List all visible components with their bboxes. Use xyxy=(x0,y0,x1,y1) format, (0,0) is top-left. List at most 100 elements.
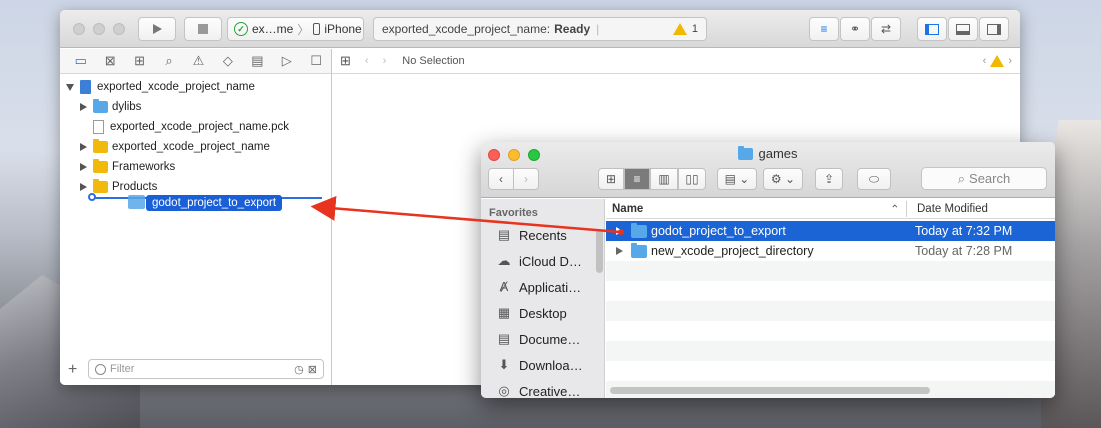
share-icon: ⇪ xyxy=(823,172,835,186)
assistant-editor-button[interactable]: ⚭ xyxy=(840,17,870,41)
sidebar-item-label: Docume… xyxy=(519,331,581,347)
tags-button[interactable]: ⬭ xyxy=(857,168,891,190)
tree-item[interactable]: exported_xcode_project_name.pck xyxy=(93,117,289,137)
toggle-navigator-button[interactable] xyxy=(917,17,947,41)
sidebar-item-documents[interactable]: ▤ Docume… xyxy=(495,328,581,350)
horizontal-scrollbar[interactable] xyxy=(610,387,930,394)
forward-button[interactable]: › xyxy=(513,168,539,190)
disclosure-closed-icon[interactable] xyxy=(80,143,87,151)
related-items-icon[interactable]: ⊞ xyxy=(340,53,351,69)
iphone-icon xyxy=(313,23,321,35)
recent-clock-icon[interactable]: ◷ xyxy=(294,363,304,376)
swap-arrows-icon: ⇄ xyxy=(880,22,892,36)
prev-issue-icon[interactable]: ‹ xyxy=(983,55,987,67)
file-row[interactable]: godot_project_to_export Today at 7:32 PM xyxy=(606,221,1055,241)
search-placeholder: Search xyxy=(969,171,1011,186)
column-header-date[interactable]: Date Modified xyxy=(917,203,988,215)
issue-navigator-icon[interactable]: ⚠ xyxy=(184,49,213,73)
action-button[interactable]: ⚙ ⌄ xyxy=(763,168,803,190)
empty-row xyxy=(606,361,1055,381)
standard-editor-button[interactable]: ≡ xyxy=(809,17,839,41)
chevron-right-icon: › xyxy=(524,172,528,186)
tree-root[interactable]: exported_xcode_project_name xyxy=(66,77,255,97)
sidebar-item-applications[interactable]: Ⱥ Applicati… xyxy=(495,276,581,298)
applications-icon: Ⱥ xyxy=(499,279,509,294)
disclosure-closed-icon[interactable] xyxy=(80,103,87,111)
warning-icon[interactable] xyxy=(990,55,1005,67)
minimize-button[interactable] xyxy=(93,23,105,35)
sort-chevron-icon: ⌃ xyxy=(890,203,900,216)
tree-item[interactable]: Frameworks xyxy=(80,157,175,177)
chevron-right-icon: 〉 xyxy=(297,22,310,37)
symbol-navigator-icon[interactable]: ⊞ xyxy=(125,49,154,73)
tree-item[interactable]: dylibs xyxy=(80,97,141,117)
folder-icon xyxy=(93,159,108,173)
disclosure-closed-icon[interactable] xyxy=(616,227,623,235)
sidebar-item-creative-cloud[interactable]: ◎ Creative… xyxy=(495,380,580,398)
column-header-name[interactable]: Name xyxy=(612,203,643,215)
breakpoint-navigator-icon[interactable]: ▷ xyxy=(272,49,301,73)
tree-item-label: exported_xcode_project_name xyxy=(112,141,270,153)
file-date: Today at 7:28 PM xyxy=(915,244,1013,258)
stop-button[interactable] xyxy=(184,17,222,41)
next-issue-icon[interactable]: › xyxy=(1008,55,1012,67)
tag-icon: ⬭ xyxy=(868,171,880,186)
sidebar-item-recents[interactable]: ▤ Recents xyxy=(495,224,567,246)
share-button[interactable]: ⇪ xyxy=(815,168,843,190)
back-button[interactable]: ‹ xyxy=(488,168,514,190)
run-button[interactable] xyxy=(138,17,176,41)
list-view-button[interactable]: ≡ xyxy=(624,168,650,190)
columns-icon: ▥ xyxy=(658,172,670,186)
disclosure-closed-icon[interactable] xyxy=(80,183,87,191)
sidebar-item-icloud[interactable]: ☁ iCloud D… xyxy=(495,250,582,272)
folder-icon xyxy=(93,179,108,193)
finder-toolbar: games ‹ › ⊞ ≡ ▥ ▯▯ ▤ ⌄ ⚙ ⌄ ⇪ ⬭ ⌕ Search xyxy=(481,142,1055,198)
project-navigator: exported_xcode_project_name dylibs expor… xyxy=(60,74,332,385)
window-title-text: games xyxy=(758,146,798,161)
bottom-panel-icon xyxy=(956,23,970,35)
disclosure-open-icon[interactable] xyxy=(66,83,74,91)
file-name: godot_project_to_export xyxy=(651,224,786,238)
disclosure-closed-icon[interactable] xyxy=(80,163,87,171)
gallery-view-button[interactable]: ▯▯ xyxy=(678,168,706,190)
version-editor-button[interactable]: ⇄ xyxy=(871,17,901,41)
scheme-target: ex…me xyxy=(252,22,294,36)
search-field[interactable]: ⌕ Search xyxy=(921,167,1047,190)
debug-navigator-icon[interactable]: ▤ xyxy=(243,49,272,73)
test-navigator-icon[interactable]: ◇ xyxy=(213,49,242,73)
file-row[interactable]: new_xcode_project_directory Today at 7:2… xyxy=(606,241,1055,261)
file-icon xyxy=(93,120,104,134)
source-control-icon[interactable]: ⊠ xyxy=(95,49,124,73)
left-panel-icon xyxy=(925,23,939,35)
warning-icon[interactable] xyxy=(672,23,687,35)
forward-arrow-icon[interactable]: › xyxy=(383,55,387,67)
finder-window: games ‹ › ⊞ ≡ ▥ ▯▯ ▤ ⌄ ⚙ ⌄ ⇪ ⬭ ⌕ Search … xyxy=(481,142,1055,398)
find-navigator-icon[interactable]: ⌕ xyxy=(154,49,183,73)
back-arrow-icon[interactable]: ‹ xyxy=(365,55,369,67)
filter-field[interactable]: Filter ◷ ⊠ xyxy=(88,359,324,379)
sidebar-scrollbar[interactable] xyxy=(596,229,603,273)
toggle-debug-button[interactable] xyxy=(948,17,978,41)
close-button[interactable] xyxy=(73,23,85,35)
gallery-icon: ▯▯ xyxy=(685,172,699,186)
jump-bar-path[interactable]: No Selection xyxy=(402,55,464,67)
icon-view-button[interactable]: ⊞ xyxy=(598,168,624,190)
sidebar-item-downloads[interactable]: ⬇ Downloa… xyxy=(495,354,583,376)
toggle-utilities-button[interactable] xyxy=(979,17,1009,41)
scheme-selector[interactable]: ✓ ex…me 〉 iPhone xyxy=(227,17,364,41)
project-navigator-icon[interactable]: ▭ xyxy=(66,49,95,73)
tree-item[interactable]: exported_xcode_project_name xyxy=(80,137,270,157)
group-icon: ▤ ⌄ xyxy=(724,172,750,186)
scm-filter-icon[interactable]: ⊠ xyxy=(308,363,317,376)
zoom-button[interactable] xyxy=(113,23,125,35)
cloud-icon: ☁ xyxy=(497,253,511,268)
sidebar-item-desktop[interactable]: ▦ Desktop xyxy=(495,302,567,324)
sidebar-item-label: Desktop xyxy=(519,305,567,321)
add-file-button[interactable]: + xyxy=(68,361,77,379)
disclosure-closed-icon[interactable] xyxy=(616,247,623,255)
column-view-button[interactable]: ▥ xyxy=(650,168,678,190)
group-by-button[interactable]: ▤ ⌄ xyxy=(717,168,757,190)
venn-icon: ⚭ xyxy=(849,22,861,36)
report-navigator-icon[interactable]: ☐ xyxy=(302,49,331,73)
navigator-selector-bar: ▭ ⊠ ⊞ ⌕ ⚠ ◇ ▤ ▷ ☐ xyxy=(60,49,332,74)
